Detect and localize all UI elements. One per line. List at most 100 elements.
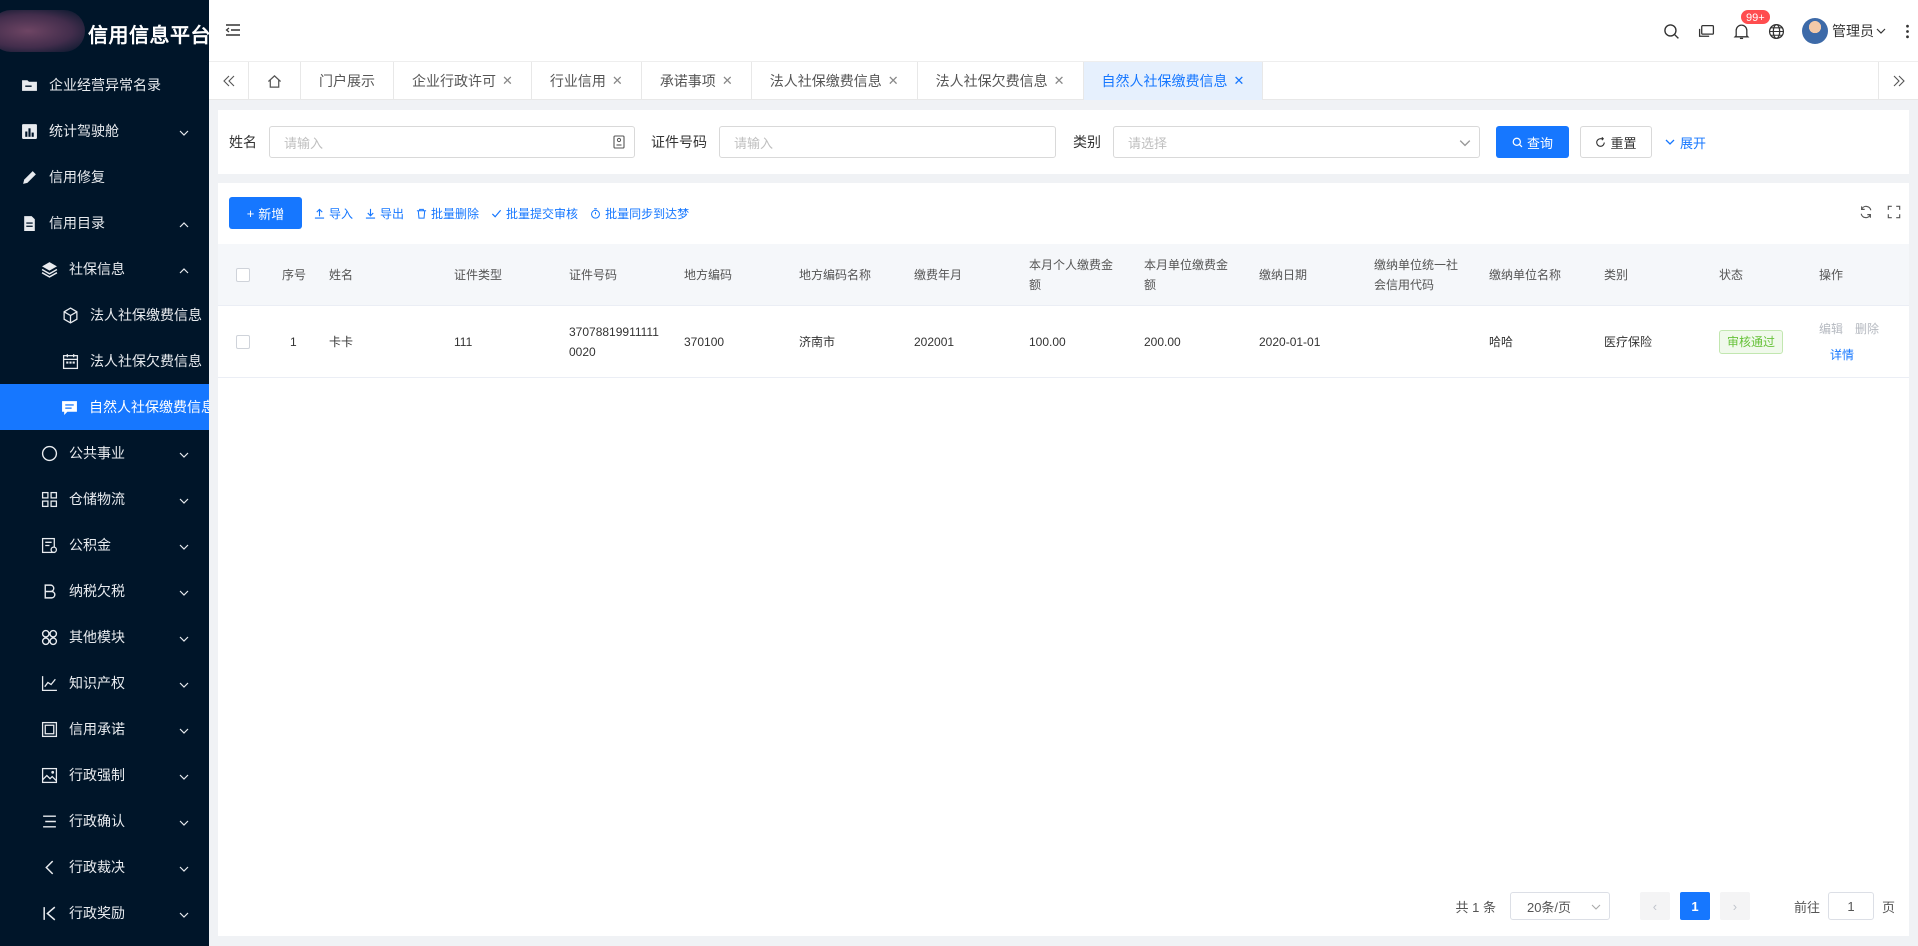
picture-icon [40, 766, 58, 784]
close-icon[interactable]: ✕ [722, 73, 733, 89]
export-button[interactable]: 导出 [365, 205, 404, 222]
next-page-button[interactable]: › [1719, 892, 1750, 920]
col-id-no: 证件号码 [569, 267, 618, 282]
close-icon[interactable]: ✕ [1054, 73, 1065, 89]
batch-delete-label: 批量删除 [431, 206, 480, 221]
goto-page-input[interactable]: 1 [1827, 892, 1874, 920]
cell-unit-amount: 200.00 [1144, 334, 1181, 349]
refresh-icon[interactable] [1859, 205, 1873, 219]
sidebar-item-dashboard[interactable]: 统计驾驶舱 [0, 108, 209, 154]
tab-license[interactable]: 企业行政许可 ✕ [394, 62, 532, 100]
sidebar-item-label: 公积金 [69, 537, 111, 553]
tab-person-payment[interactable]: 自然人社保缴费信息 ✕ [1083, 62, 1264, 100]
detail-button[interactable]: 详情 [1830, 345, 1854, 365]
select-all-checkbox[interactable] [236, 244, 250, 305]
tab-portal[interactable]: 门户展示 [301, 62, 394, 100]
sidebar-item-ruling[interactable]: 行政裁决 [0, 844, 209, 890]
cell-region-code: 370100 [684, 334, 725, 349]
sidebar-item-label: 行政奖励 [69, 905, 125, 921]
col-name: 姓名 [329, 267, 354, 282]
tab-industry-credit[interactable]: 行业信用 ✕ [532, 62, 642, 100]
expand-button[interactable]: 展开 [1665, 133, 1706, 152]
page-size-value: 20条/页 [1526, 899, 1572, 915]
user-menu[interactable]: 管理员 [1794, 18, 1896, 44]
apps-icon [40, 628, 58, 646]
col-unit-amount: 本月单位缴费金 额 [1144, 244, 1228, 305]
table-header: 序号 姓名 证件类型 证件号码 地方编码 地方编码名称 缴费年月 本月个人缴费金… [218, 244, 1909, 306]
audit-icon [40, 536, 58, 554]
sidebar-item-credit-promise[interactable]: 信用承诺 [0, 706, 209, 752]
prev-page-button[interactable]: ‹ [1639, 892, 1670, 920]
sidebar-item-catalog[interactable]: 信用目录 [0, 200, 209, 246]
chevron-down-icon [179, 125, 189, 141]
sidebar-item-reward[interactable]: 行政奖励 [0, 890, 209, 936]
search-icon[interactable] [1654, 23, 1689, 40]
col-personal-amount: 本月个人缴费金 额 [1029, 244, 1113, 305]
cell-personal-amount: 100.00 [1029, 334, 1066, 349]
type-placeholder: 请选择 [1128, 135, 1168, 151]
batch-submit-button[interactable]: 批量提交审核 [491, 205, 578, 222]
sidebar-item-tax[interactable]: 纳税欠税 [0, 568, 209, 614]
chevron-down-icon [179, 539, 189, 555]
cell-id-type: 111 [454, 334, 473, 349]
sidebar-item-public-utility[interactable]: 公共事业 [0, 430, 209, 476]
tab-bar: 门户展示 企业行政许可 ✕ 行业信用 ✕ 承诺事项 ✕ 法人社保缴费信息 ✕ 法人社保欠… [209, 62, 1918, 100]
sidebar-item-legal-arrears[interactable]: 法人社保欠费信息 [0, 338, 209, 384]
name-input[interactable]: 请输入 [269, 126, 635, 158]
sidebar-item-other-modules[interactable]: 其他模块 [0, 614, 209, 660]
sidebar-item-abnormal[interactable]: 企业经营异常名录 [0, 62, 209, 108]
sidebar-item-ip[interactable]: 知识产权 [0, 660, 209, 706]
menu-fold-icon[interactable] [225, 22, 241, 41]
close-icon[interactable]: ✕ [502, 73, 513, 89]
sidebar-item-repair[interactable]: 信用修复 [0, 154, 209, 200]
tab-legal-arrears[interactable]: 法人社保欠费信息 ✕ [918, 62, 1084, 100]
more-vertical-icon[interactable] [1896, 23, 1918, 40]
edit-button[interactable]: 编辑 [1819, 319, 1843, 339]
row-checkbox[interactable] [236, 306, 250, 377]
reset-button[interactable]: 重置 [1580, 126, 1652, 158]
chevron-down-icon [179, 631, 189, 647]
query-button[interactable]: 查询 [1496, 126, 1569, 158]
sidebar-item-logistics[interactable]: 仓储物流 [0, 476, 209, 522]
batch-delete-button[interactable]: 批量删除 [416, 205, 479, 222]
import-button[interactable]: 导入 [314, 205, 353, 222]
close-icon[interactable]: ✕ [888, 73, 899, 89]
col-region-code: 地方编码 [684, 267, 733, 282]
goto-label: 前往 [1793, 899, 1820, 915]
page-size-select[interactable]: 20条/页 [1509, 892, 1610, 920]
bell-icon[interactable]: 99+ [1724, 8, 1771, 40]
globe-icon[interactable] [1759, 23, 1794, 40]
sidebar-item-label: 统计驾驶舱 [49, 123, 119, 139]
tab-scroll-right-icon[interactable] [1878, 62, 1918, 100]
sidebar-item-enforcement[interactable]: 行政强制 [0, 752, 209, 798]
table-row[interactable]: 1 卡卡 111 37078819911111 0020 370100 济南市 … [218, 306, 1909, 378]
tab-promise[interactable]: 承诺事项 ✕ [642, 62, 752, 100]
sidebar-item-legal-payment[interactable]: 法人社保缴费信息 [0, 292, 209, 338]
cell-index: 1 [290, 334, 297, 349]
close-icon[interactable]: ✕ [1234, 73, 1245, 89]
id-input[interactable]: 请输入 [719, 126, 1056, 158]
col-credit-code: 缴纳单位统一社 会信用代码 [1374, 244, 1458, 305]
type-select[interactable]: 请选择 [1113, 126, 1480, 158]
add-button[interactable]: + 新增 [229, 197, 302, 229]
chat-icon[interactable] [1689, 23, 1724, 40]
tab-scroll-left-icon[interactable] [209, 62, 249, 100]
sidebar-item-social-security[interactable]: 社保信息 [0, 246, 209, 292]
sidebar-item-label: 信用修复 [49, 169, 105, 185]
fullscreen-icon[interactable] [1887, 205, 1901, 219]
sidebar-item-confirmation[interactable]: 行政确认 [0, 798, 209, 844]
sidebar-item-person-payment[interactable]: 自然人社保缴费信息 [0, 384, 209, 430]
close-icon[interactable]: ✕ [612, 73, 623, 89]
col-unit-amount-line1: 本月单位缴费金 [1144, 257, 1229, 272]
sidebar-item-label: 信用目录 [49, 215, 105, 231]
sidebar-item-label: 仓储物流 [69, 491, 125, 507]
cell-id-no-line2: 0020 [569, 344, 596, 359]
page-number[interactable]: 1 [1679, 892, 1710, 920]
delete-button[interactable]: 删除 [1855, 319, 1879, 339]
sidebar-item-housing-fund[interactable]: 公积金 [0, 522, 209, 568]
tab-home[interactable] [249, 62, 301, 100]
tab-legal-payment[interactable]: 法人社保缴费信息 ✕ [752, 62, 918, 100]
name-placeholder: 请输入 [284, 135, 324, 151]
batch-sync-button[interactable]: 批量同步到达梦 [590, 205, 689, 222]
chevron-down-icon [179, 447, 189, 463]
